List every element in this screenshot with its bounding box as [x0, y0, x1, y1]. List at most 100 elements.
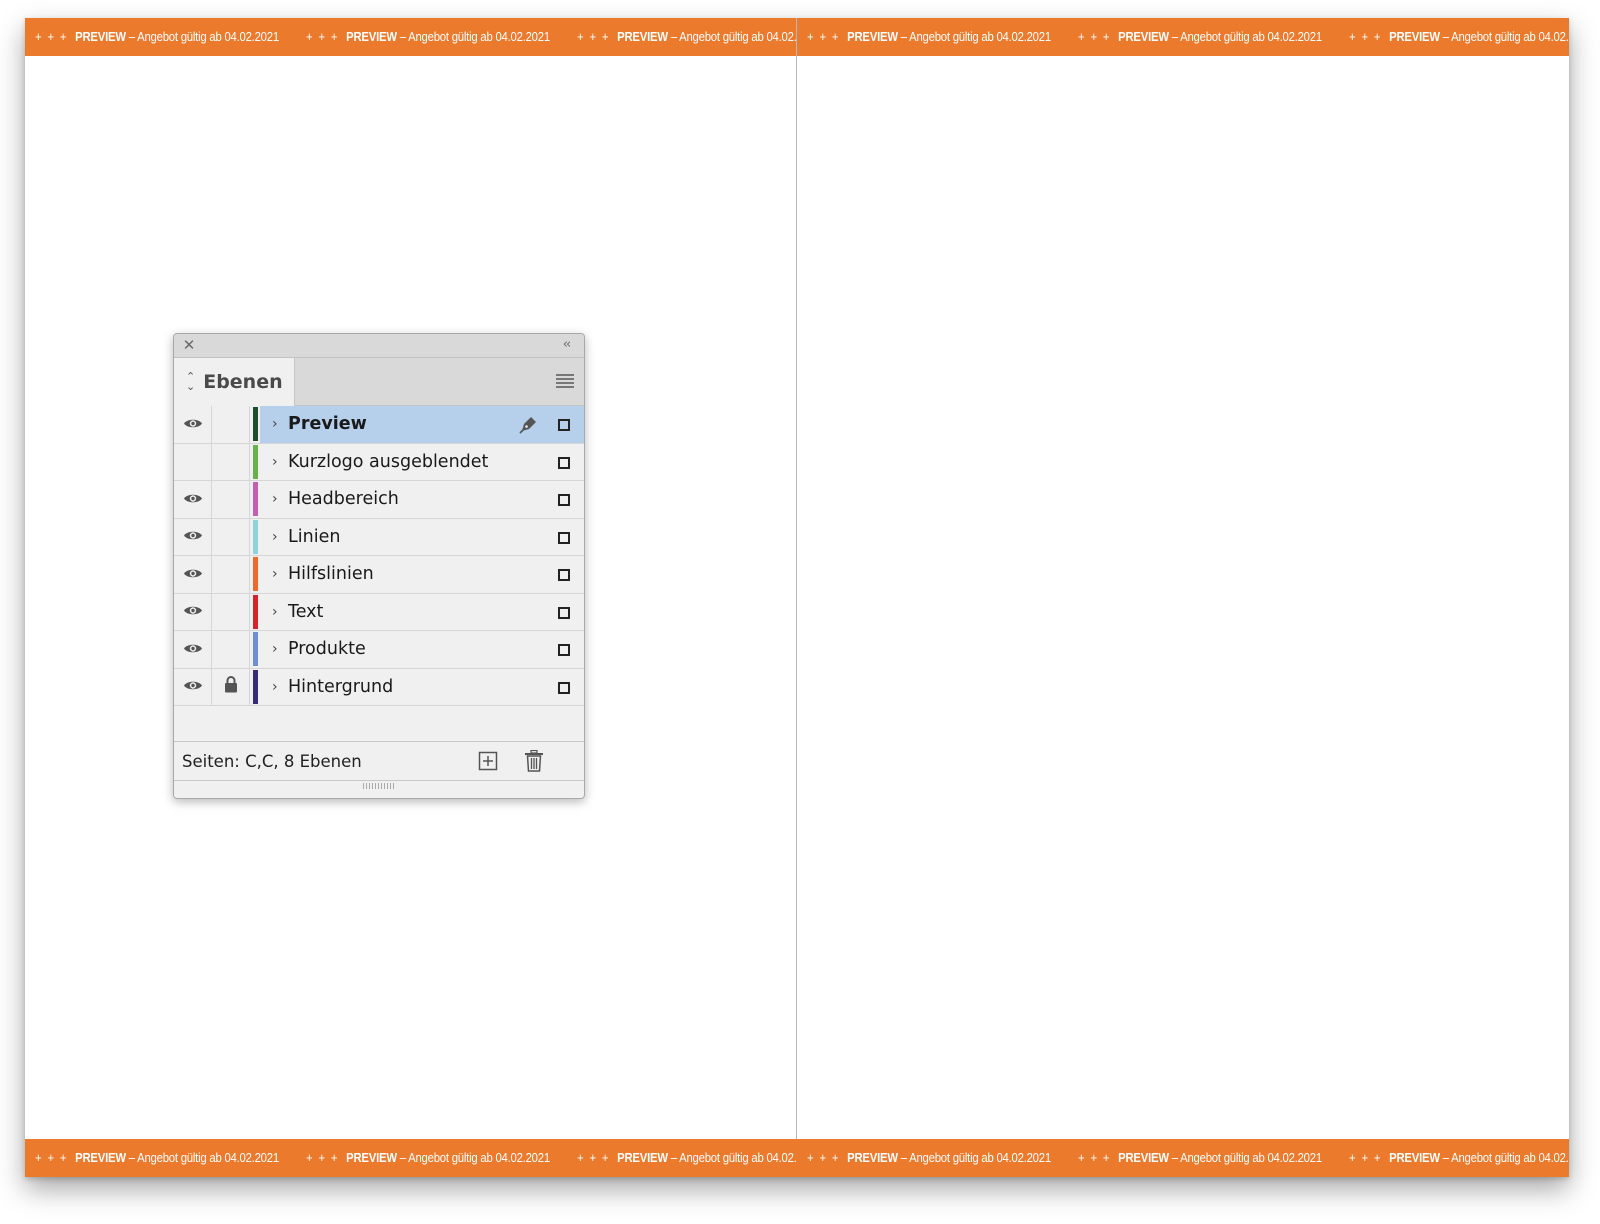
page-spine	[796, 18, 797, 1177]
layer-color-swatch-cell	[250, 556, 260, 593]
banner-plus: + + +	[1349, 30, 1382, 44]
layer-row-kurzlogo-ausgeblendet[interactable]: › Kurzlogo ausgeblendet	[174, 443, 584, 481]
layer-row-hintergrund[interactable]: › Hintergrund	[174, 668, 584, 706]
banner-bold: PREVIEW	[1389, 1151, 1440, 1165]
lock-toggle[interactable]	[212, 668, 250, 705]
banner-plus: + + +	[1078, 1151, 1111, 1165]
chevron-right-icon[interactable]: ›	[272, 491, 288, 507]
chevron-right-icon[interactable]: ›	[272, 641, 288, 657]
panel-titlebar[interactable]: ✕ ‹‹	[174, 334, 584, 358]
banner-plus: + + +	[35, 1151, 68, 1165]
layer-row-hilfslinien[interactable]: › Hilfslinien	[174, 556, 584, 594]
visibility-toggle[interactable]	[174, 443, 212, 480]
layer-list: › Preview › Kurzlogo ausgeblendet › Headberei…	[174, 406, 584, 706]
chevron-right-icon[interactable]: ›	[272, 529, 288, 545]
select-items-square-icon[interactable]	[558, 606, 570, 619]
banner-text: – Angebot gültig ab 04.02.2021	[670, 1151, 797, 1165]
banner-bold: PREVIEW	[1389, 30, 1440, 44]
eye-icon	[183, 490, 203, 509]
tab-arrows-icon: ⌃ ⌄	[186, 370, 196, 393]
chevron-right-icon[interactable]: ›	[272, 604, 288, 620]
chevron-right-icon[interactable]: ›	[272, 679, 288, 695]
lock-toggle[interactable]	[212, 556, 250, 593]
trash-icon[interactable]	[524, 750, 544, 772]
banner-text: – Angebot gültig ab 04.02.2021	[897, 1151, 1051, 1165]
page-layer-count: Seiten: C,C, 8 Ebenen	[182, 751, 362, 771]
layer-color-swatch	[252, 407, 258, 442]
layer-name-cell[interactable]: › Hintergrund	[260, 669, 584, 706]
visibility-toggle[interactable]	[174, 556, 212, 593]
layer-name-cell[interactable]: › Preview	[260, 406, 584, 443]
visibility-toggle[interactable]	[174, 593, 212, 630]
resize-grip[interactable]	[174, 781, 584, 791]
visibility-toggle[interactable]	[174, 406, 212, 443]
chevron-right-icon[interactable]: ›	[272, 566, 288, 582]
select-items-square-icon[interactable]	[558, 531, 570, 544]
banner-bold: PREVIEW	[346, 1151, 397, 1165]
layer-name-cell[interactable]: › Hilfslinien	[260, 556, 584, 593]
layer-name: Text	[288, 601, 324, 622]
select-items-square-icon[interactable]	[558, 644, 570, 656]
banner-segment: + + + PREVIEW – Angebot gültig ab 04.02.2…	[577, 1151, 797, 1165]
eye-icon	[183, 527, 203, 546]
layer-row-preview[interactable]: › Preview	[174, 406, 584, 444]
banner-plus: + + +	[35, 30, 68, 44]
select-items-square-icon[interactable]	[558, 681, 570, 694]
panel-menu-icon[interactable]	[556, 374, 574, 388]
select-items-square-icon[interactable]	[558, 456, 570, 469]
select-items-square-icon[interactable]	[558, 494, 570, 506]
lock-toggle[interactable]	[212, 593, 250, 630]
layer-row-produkte[interactable]: › Produkte	[174, 631, 584, 669]
panel-footer: Seiten: C,C, 8 Ebenen	[174, 742, 584, 781]
layer-name-cell[interactable]: › Headbereich	[260, 481, 584, 518]
layer-name-cell[interactable]: › Kurzlogo ausgeblendet	[260, 444, 584, 481]
lock-toggle[interactable]	[212, 481, 250, 518]
layer-list-empty-area	[174, 706, 584, 742]
visibility-toggle[interactable]	[174, 668, 212, 705]
layer-row-linien[interactable]: › Linien	[174, 518, 584, 556]
banner-bold: PREVIEW	[847, 1151, 898, 1165]
visibility-toggle[interactable]	[174, 631, 212, 668]
visibility-toggle[interactable]	[174, 481, 212, 518]
banner-bold: PREVIEW	[1118, 30, 1169, 44]
layer-color-swatch-cell	[250, 669, 260, 706]
layer-color-swatch	[252, 594, 258, 629]
pen-icon	[518, 415, 538, 435]
select-items-square-icon[interactable]	[558, 569, 570, 581]
layer-name-cell[interactable]: › Produkte	[260, 631, 584, 668]
layer-color-swatch-cell	[250, 444, 260, 481]
layer-row-headbereich[interactable]: › Headbereich	[174, 481, 584, 519]
layer-name-cell[interactable]: › Linien	[260, 519, 584, 556]
select-items-square-icon[interactable]	[558, 419, 570, 431]
close-icon[interactable]: ✕	[182, 338, 196, 353]
layer-color-swatch-cell	[250, 594, 260, 631]
banner-bold: PREVIEW	[1118, 1151, 1169, 1165]
banner-plus: + + +	[1078, 30, 1111, 44]
lock-toggle[interactable]	[212, 631, 250, 668]
layer-color-swatch	[252, 444, 258, 479]
visibility-toggle[interactable]	[174, 518, 212, 555]
chevron-right-icon[interactable]: ›	[272, 454, 288, 470]
banner-segment: + + + PREVIEW – Angebot gültig ab 04.02.2…	[1078, 30, 1322, 44]
banner-bold: PREVIEW	[617, 1151, 668, 1165]
layer-name: Hintergrund	[288, 676, 394, 697]
banner-text: – Angebot gültig ab 04.02.2021	[396, 30, 550, 44]
layer-color-swatch-cell	[250, 481, 260, 518]
tab-ebenen[interactable]: ⌃ ⌄ Ebenen	[174, 358, 295, 406]
banner-segment: + + + PREVIEW – Angebot gültig ab 04.02.2…	[1349, 1151, 1569, 1165]
collapse-panel-icon[interactable]: ‹‹	[558, 337, 574, 353]
lock-toggle[interactable]	[212, 518, 250, 555]
lock-icon	[224, 676, 238, 697]
layer-name-cell[interactable]: › Text	[260, 594, 584, 631]
layers-panel[interactable]: ✕ ‹‹ ⌃ ⌄ Ebenen › Preview › Kurzlogo ausgebl…	[173, 333, 585, 799]
preview-banner-bottom: + + + PREVIEW – Angebot gültig ab 04.02.2…	[25, 1139, 1569, 1177]
chevron-right-icon[interactable]: ›	[272, 416, 288, 432]
lock-toggle[interactable]	[212, 406, 250, 443]
banner-text: – Angebot gültig ab 04.02.2021	[1442, 1151, 1569, 1165]
lock-toggle[interactable]	[212, 443, 250, 480]
eye-icon	[183, 677, 203, 696]
layer-row-text[interactable]: › Text	[174, 593, 584, 631]
banner-segment: + + + PREVIEW – Angebot gültig ab 04.02.2…	[1078, 1151, 1322, 1165]
eye-icon	[183, 640, 203, 659]
new-layer-icon[interactable]	[478, 751, 498, 771]
